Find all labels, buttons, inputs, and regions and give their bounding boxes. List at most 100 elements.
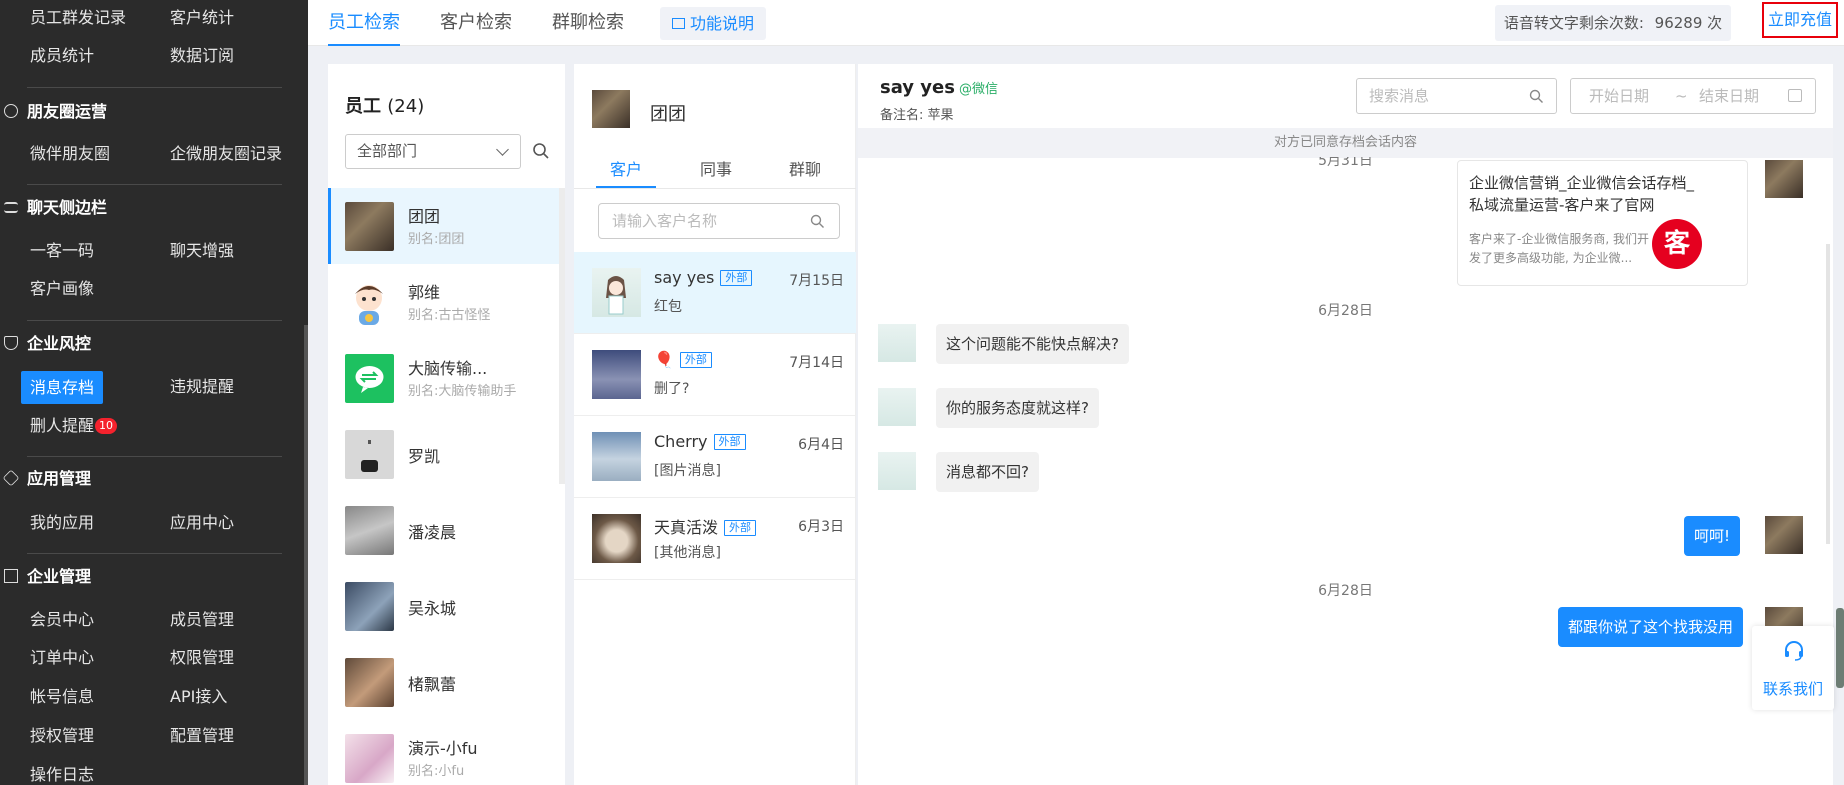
employee-alias: 别名:团团: [408, 232, 465, 247]
employee-item[interactable]: 郭维 别名:古古怪怪: [328, 264, 565, 340]
sidebar-divider: [27, 184, 282, 185]
sidebar-section-label: 聊天侧边栏: [27, 198, 108, 217]
sidebar-scrollbar[interactable]: [304, 325, 308, 785]
customer-last-message: 删了?: [654, 381, 690, 397]
avatar: [878, 324, 916, 362]
date-range-picker[interactable]: 开始日期 ~ 结束日期: [1570, 78, 1816, 114]
recharge-button[interactable]: 立即充值: [1762, 2, 1838, 38]
sidebar-item-data-subscribe[interactable]: 数据订阅: [170, 41, 234, 71]
link-card-title: 企业微信营销_企业微信会话存档_私域流量运营-客户来了官网: [1469, 174, 1695, 214]
employee-item[interactable]: 楮飘蕾: [328, 644, 565, 720]
sidebar-item-permission[interactable]: 权限管理: [170, 643, 234, 673]
message-search-input[interactable]: 搜索消息: [1356, 78, 1557, 114]
contact-us-button[interactable]: 联系我们: [1752, 626, 1834, 710]
incoming-message[interactable]: 这个问题能不能快点解决?: [936, 324, 1129, 364]
sidebar-divider: [27, 553, 282, 554]
sidebar-item-chat-enhance[interactable]: 聊天增强: [170, 236, 234, 266]
sidebar-item-delete-alert[interactable]: 删人提醒 10: [30, 411, 118, 441]
sidebar-item-member-stats[interactable]: 成员统计: [30, 41, 94, 71]
sidebar-item-weiban-moments[interactable]: 微伴朋友圈: [30, 139, 110, 169]
employee-alias: 别名:古古怪怪: [408, 308, 491, 323]
chatbar-icon: [4, 202, 18, 213]
employee-item[interactable]: 大脑传输... 别名:大脑传输助手: [328, 340, 565, 416]
sidebar-section-label: 企业风控: [27, 334, 92, 353]
tab-customer-search[interactable]: 客户检索: [440, 0, 512, 46]
department-select[interactable]: 全部部门: [345, 134, 521, 169]
avatar: [345, 354, 394, 403]
sidebar-item-customer-stats[interactable]: 客户统计: [170, 3, 234, 33]
sidebar-item-api[interactable]: API接入: [170, 682, 227, 712]
customer-last-message: [其他消息]: [654, 545, 721, 561]
quota-value: 96289 次: [1654, 14, 1723, 32]
sidebar-item-customer-profile[interactable]: 客户画像: [30, 274, 94, 304]
link-card-logo: 客: [1652, 219, 1702, 269]
calendar-icon: [1788, 89, 1802, 102]
date-separator: 6月28日: [1318, 583, 1373, 599]
cube-icon: [2, 469, 20, 487]
sidebar-item-one-code[interactable]: 一客一码: [30, 236, 94, 266]
sidebar-item-staff-broadcast[interactable]: 员工群发记录: [30, 3, 126, 33]
chat-contact-name: say yes: [880, 77, 955, 98]
avatar: [345, 734, 394, 783]
sidebar-section-label: 企业管理: [27, 567, 92, 586]
sidebar-item-member-center[interactable]: 会员中心: [30, 605, 94, 635]
sidebar-section-moments[interactable]: 朋友圈运营: [0, 94, 290, 130]
chat-panel: say yes @微信 备注名: 苹果 搜索消息 开始日期 ~ 结束日期 对方已同…: [858, 64, 1833, 785]
incoming-message[interactable]: 消息都不回?: [936, 452, 1039, 492]
employee-item[interactable]: 团团 别名:团团: [328, 188, 565, 264]
outgoing-message[interactable]: 都跟你说了这个找我没用: [1558, 607, 1744, 647]
sidebar-item-member-manage[interactable]: 成员管理: [170, 605, 234, 635]
tab-group-chats[interactable]: 群聊: [775, 156, 835, 188]
employee-item[interactable]: 演示-小fu 别名:小fu: [328, 720, 565, 785]
sidebar-item-app-center[interactable]: 应用中心: [170, 508, 234, 538]
sidebar-item-op-log[interactable]: 操作日志: [30, 760, 94, 785]
incoming-message[interactable]: 你的服务态度就这样?: [936, 388, 1099, 428]
delete-alert-badge: 10: [95, 417, 118, 434]
outgoing-message[interactable]: 呵呵!: [1684, 516, 1741, 556]
customer-item[interactable]: 天真活泼 外部 6月3日 [其他消息]: [574, 498, 856, 580]
employee-item[interactable]: 吴永城: [328, 568, 565, 644]
employee-item[interactable]: 潘凌晨: [328, 492, 565, 568]
avatar: [592, 350, 641, 399]
tab-customers[interactable]: 客户: [596, 156, 656, 188]
employee-scrollbar[interactable]: [559, 188, 565, 484]
employee-count: (24): [387, 96, 425, 117]
tab-colleagues[interactable]: 同事: [686, 156, 746, 188]
sidebar-section-apps[interactable]: 应用管理: [0, 461, 290, 497]
customer-panel: 团团 客户 同事 群聊 请输入客户名称 say yes 外部 7月15日 红包 🎈…: [574, 64, 856, 785]
edge-handle[interactable]: [1836, 608, 1844, 688]
customer-date: 6月4日: [798, 437, 844, 453]
customer-name-row: Cherry 外部: [654, 432, 746, 451]
avatar: [592, 514, 641, 563]
employee-name: 吴永城: [408, 599, 457, 618]
external-tag: 外部: [720, 269, 753, 286]
sidebar-item-message-archive[interactable]: 消息存档: [21, 371, 104, 404]
employee-item[interactable]: 罗凯: [328, 416, 565, 492]
sidebar-item-account-info[interactable]: 帐号信息: [30, 682, 94, 712]
sidebar-item-wecom-moments[interactable]: 企微朋友圈记录: [170, 139, 282, 169]
sidebar-item-my-apps[interactable]: 我的应用: [30, 508, 94, 538]
sidebar-item-violation-alert[interactable]: 违规提醒: [170, 372, 234, 402]
chat-scrollbar[interactable]: [1826, 244, 1830, 544]
search-icon: [810, 214, 824, 228]
avatar: [592, 432, 641, 481]
sidebar-section-chatbar[interactable]: 聊天侧边栏: [0, 190, 290, 226]
message-search-placeholder: 搜索消息: [1369, 87, 1430, 105]
sidebar-section-risk[interactable]: 企业风控: [0, 326, 290, 362]
tab-staff-search[interactable]: 员工检索: [328, 0, 400, 46]
end-date-placeholder: 结束日期: [1699, 87, 1760, 105]
avatar: [878, 452, 916, 490]
sidebar-section-corp[interactable]: 企业管理: [0, 559, 290, 595]
link-card-message[interactable]: 企业微信营销_企业微信会话存档_私域流量运营-客户来了官网 客户来了-企业微信服…: [1457, 160, 1748, 286]
sidebar-item-auth-manage[interactable]: 授权管理: [30, 721, 94, 751]
customer-item[interactable]: Cherry 外部 6月4日 [图片消息]: [574, 416, 856, 498]
customer-search-input[interactable]: 请输入客户名称: [598, 203, 840, 239]
customer-item[interactable]: 🎈 外部 7月14日 删了?: [574, 334, 856, 416]
sidebar-item-order-center[interactable]: 订单中心: [30, 643, 94, 673]
sidebar-item-config-manage[interactable]: 配置管理: [170, 721, 234, 751]
search-icon[interactable]: [532, 142, 550, 160]
customer-name: 🎈: [654, 350, 674, 369]
function-help-button[interactable]: 功能说明: [660, 7, 767, 40]
tab-group-search[interactable]: 群聊检索: [552, 0, 624, 46]
customer-item[interactable]: say yes 外部 7月15日 红包: [574, 252, 856, 334]
